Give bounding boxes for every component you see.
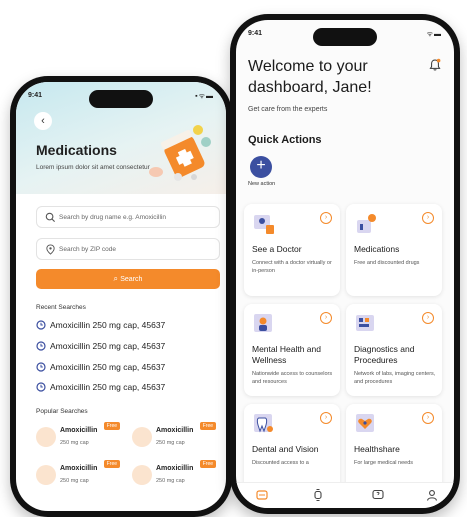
history-icon [36, 382, 46, 392]
recent-searches-label: Recent Searches [36, 304, 86, 311]
help-tab-icon[interactable] [372, 489, 384, 501]
pill-icon [132, 465, 152, 485]
search-icon [45, 212, 56, 223]
card-title: Medications [354, 244, 400, 254]
pill-icon [36, 427, 56, 447]
home-tab-icon[interactable] [256, 489, 268, 501]
page-subtitle: Lorem ipsum dolor sit amet consectetur [36, 164, 150, 171]
medications-icon [357, 214, 376, 233]
arrow-right-icon: › [320, 412, 332, 424]
popular-drug-dose: 250 mg cap [156, 440, 185, 446]
dental-vision-icon [254, 414, 273, 433]
page-title: Medications [36, 142, 117, 158]
card-title: Healthshare [354, 444, 400, 454]
recent-search-text: Amoxicillin 250 mg cap, 45637 [50, 382, 166, 392]
dashboard-screen: 9:41 ᯤ▬ Welcome to your dashboard, Jane!… [236, 20, 454, 508]
card-description: Discounted access to a [252, 460, 309, 466]
free-badge: Free [103, 460, 120, 468]
pill-icon [36, 465, 56, 485]
popular-search-card[interactable]: Amoxicillin 250 mg cap Free [132, 422, 216, 452]
zip-search-input[interactable]: Search by ZIP code [36, 238, 220, 260]
card-description: Network of labs, imaging centers, and pr… [354, 371, 436, 385]
welcome-heading: Welcome to your dashboard, Jane! [248, 58, 372, 96]
history-icon [36, 362, 46, 372]
search-button-label: Search [120, 276, 143, 283]
history-icon [36, 320, 46, 330]
card-description: Connect with a doctor virtually or in-pe… [252, 260, 332, 274]
pill-icon [132, 427, 152, 447]
card-title: Diagnostics and Procedures [354, 344, 415, 365]
recent-search-text: Amoxicillin 250 mg cap, 45637 [50, 362, 166, 372]
status-bar: 9:41 ▪ᯤ▬ [16, 92, 226, 104]
new-action-label: New action [248, 181, 276, 187]
search-button[interactable]: ⌕ Search [36, 269, 220, 289]
card-title: See a Doctor [252, 244, 302, 254]
profile-tab-icon[interactable] [426, 489, 438, 501]
card-title: Dental and Vision [252, 444, 319, 454]
popular-search-card[interactable]: Amoxicillin 250 mg cap Free [36, 460, 120, 490]
drug-search-input[interactable]: Search by drug name e.g. Amoxicillin [36, 206, 220, 228]
card-title: Mental Health and Wellness [252, 344, 321, 365]
status-icons: ᯤ▬ [426, 31, 442, 38]
diagnostics-icon [356, 315, 374, 331]
free-badge: Free [199, 460, 216, 468]
arrow-right-icon: › [320, 212, 332, 224]
care-subtitle: Get care from the experts [248, 106, 328, 113]
mental-health-icon [254, 314, 272, 332]
arrow-right-icon: › [422, 412, 434, 424]
notification-bell-icon[interactable] [428, 58, 442, 72]
popular-search-card[interactable]: Amoxicillin 250 mg cap Free [36, 422, 120, 452]
status-icons: ▪ᯤ▬ [195, 93, 214, 100]
medications-screen: 9:41 ▪ᯤ▬ ‹ Medications Lorem ipsum dolor… [16, 82, 226, 511]
quick-action-diagnostics[interactable]: › Diagnostics and Procedures Network of … [346, 304, 442, 396]
arrow-right-icon: › [422, 312, 434, 324]
free-badge: Free [103, 422, 120, 430]
pill-bottle-illustration [149, 125, 211, 181]
popular-drug-name: Amoxicillin [156, 465, 194, 472]
recent-search-text: Amoxicillin 250 mg cap, 45637 [50, 341, 166, 351]
watch-tab-icon[interactable] [312, 489, 324, 501]
popular-drug-name: Amoxicillin [60, 465, 98, 472]
location-pin-icon [46, 244, 55, 255]
phone-left: 9:41 ▪ᯤ▬ ‹ Medications Lorem ipsum dolor… [10, 76, 232, 517]
zip-placeholder: Search by ZIP code [59, 246, 116, 253]
popular-drug-dose: 250 mg cap [60, 478, 89, 484]
quick-action-mental-health[interactable]: › Mental Health and Wellness Nationwide … [244, 304, 340, 396]
card-description: Free and discounted drugs [354, 260, 420, 266]
history-icon [36, 341, 46, 351]
card-description: Nationwide access to counselors and reso… [252, 371, 333, 385]
new-action-button[interactable]: + [250, 156, 272, 178]
bottom-tab-bar [236, 482, 454, 508]
healthshare-icon [356, 414, 374, 432]
quick-action-see-doctor[interactable]: › See a Doctor Connect with a doctor vir… [244, 204, 340, 296]
popular-drug-name: Amoxicillin [60, 427, 98, 434]
arrow-right-icon: › [422, 212, 434, 224]
quick-actions-title: Quick Actions [248, 134, 322, 146]
popular-drug-dose: 250 mg cap [60, 440, 89, 446]
popular-drug-dose: 250 mg cap [156, 478, 185, 484]
arrow-right-icon: › [320, 312, 332, 324]
status-time: 9:41 [248, 30, 263, 37]
popular-drug-name: Amoxicillin [156, 427, 194, 434]
popular-search-card[interactable]: Amoxicillin 250 mg cap Free [132, 460, 216, 490]
quick-action-medications[interactable]: › Medications Free and discounted drugs [346, 204, 442, 296]
recent-search-text: Amoxicillin 250 mg cap, 45637 [50, 320, 166, 330]
status-bar: 9:41 ᯤ▬ [236, 30, 454, 42]
back-button[interactable]: ‹ [34, 112, 52, 130]
card-description: For large medical needs [354, 460, 414, 466]
phone-right: 9:41 ᯤ▬ Welcome to your dashboard, Jane!… [230, 14, 460, 514]
mockup-stage: 9:41 ▪ᯤ▬ ‹ Medications Lorem ipsum dolor… [0, 0, 467, 517]
status-time: 9:41 [28, 92, 43, 99]
drug-search-placeholder: Search by drug name e.g. Amoxicillin [59, 214, 166, 221]
popular-searches-label: Popular Searches [36, 408, 88, 415]
free-badge: Free [199, 422, 216, 430]
doctor-icon [254, 215, 274, 234]
